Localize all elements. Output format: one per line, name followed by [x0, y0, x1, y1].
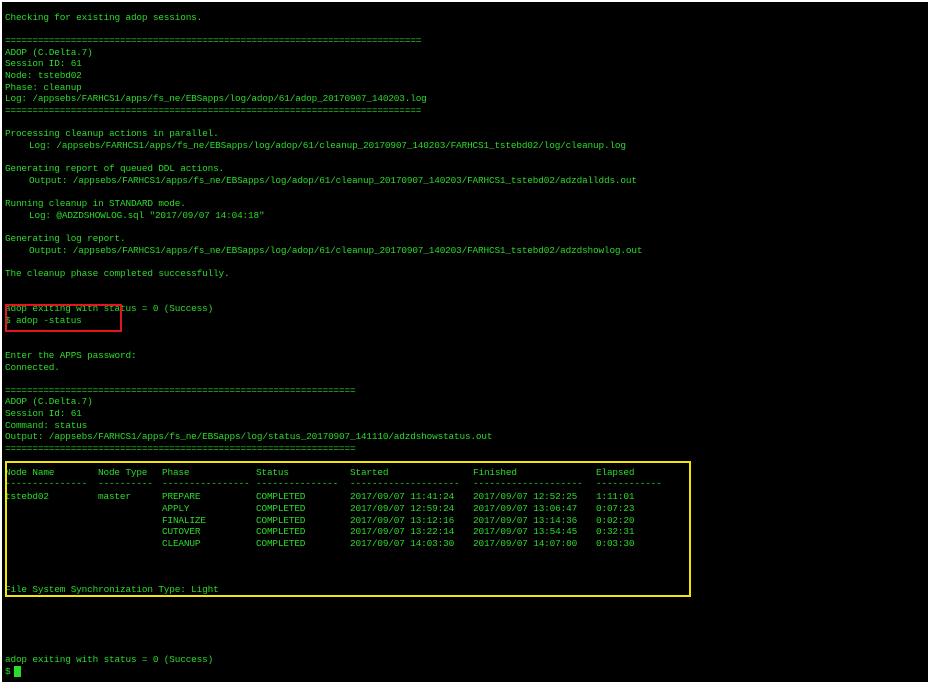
adop-version-line: ADOP (C.Delta.7)	[5, 47, 93, 58]
running-cleanup-line: Running cleanup in STANDARD mode.	[5, 198, 186, 209]
separator-line: ========================================…	[5, 35, 422, 46]
status-version-line: ADOP (C.Delta.7)	[5, 396, 93, 407]
terminal-window[interactable]: Checking for existing adop sessions. ===…	[2, 2, 928, 682]
processing-log-line: Log: /appsebs/FARHCS1/apps/fs_ne/EBSapps…	[29, 140, 626, 151]
connected-line: Connected.	[5, 362, 60, 373]
log-output-line: Output: /appsebs/FARHCS1/apps/fs_ne/EBSa…	[29, 245, 643, 256]
ddl-output-line: Output: /appsebs/FARHCS1/apps/fs_ne/EBSa…	[29, 175, 637, 186]
command-highlight-box	[5, 304, 122, 332]
status-session-line: Session Id: 61	[5, 408, 82, 419]
completed-line: The cleanup phase completed successfully…	[5, 268, 230, 279]
phase-line: Phase: cleanup	[5, 82, 82, 93]
exit-status-line: adop exiting with status = 0 (Success)	[5, 654, 214, 665]
separator-line: ========================================…	[5, 443, 356, 454]
status-highlight-box	[5, 461, 691, 597]
text-cursor[interactable]	[14, 666, 21, 677]
separator-line: ========================================…	[5, 105, 422, 116]
separator-line: ========================================…	[5, 385, 356, 396]
session-id-line: Session ID: 61	[5, 58, 82, 69]
checking-line: Checking for existing adop sessions.	[5, 12, 203, 23]
processing-line: Processing cleanup actions in parallel.	[5, 128, 219, 139]
password-prompt-line: Enter the APPS password:	[5, 350, 137, 361]
generating-ddl-line: Generating report of queued DDL actions.	[5, 163, 225, 174]
node-line: Node: tstebd02	[5, 70, 82, 81]
shell-prompt: $	[5, 666, 11, 677]
generating-log-line: Generating log report.	[5, 233, 126, 244]
log-path-line: Log: /appsebs/FARHCS1/apps/fs_ne/EBSapps…	[5, 93, 427, 104]
status-output-line: Output: /appsebs/FARHCS1/apps/fs_ne/EBSa…	[5, 431, 493, 442]
status-command-line: Command: status	[5, 420, 88, 431]
cleanup-log-line: Log: @ADZDSHOWLOG.sql "2017/09/07 14:04:…	[29, 210, 265, 221]
